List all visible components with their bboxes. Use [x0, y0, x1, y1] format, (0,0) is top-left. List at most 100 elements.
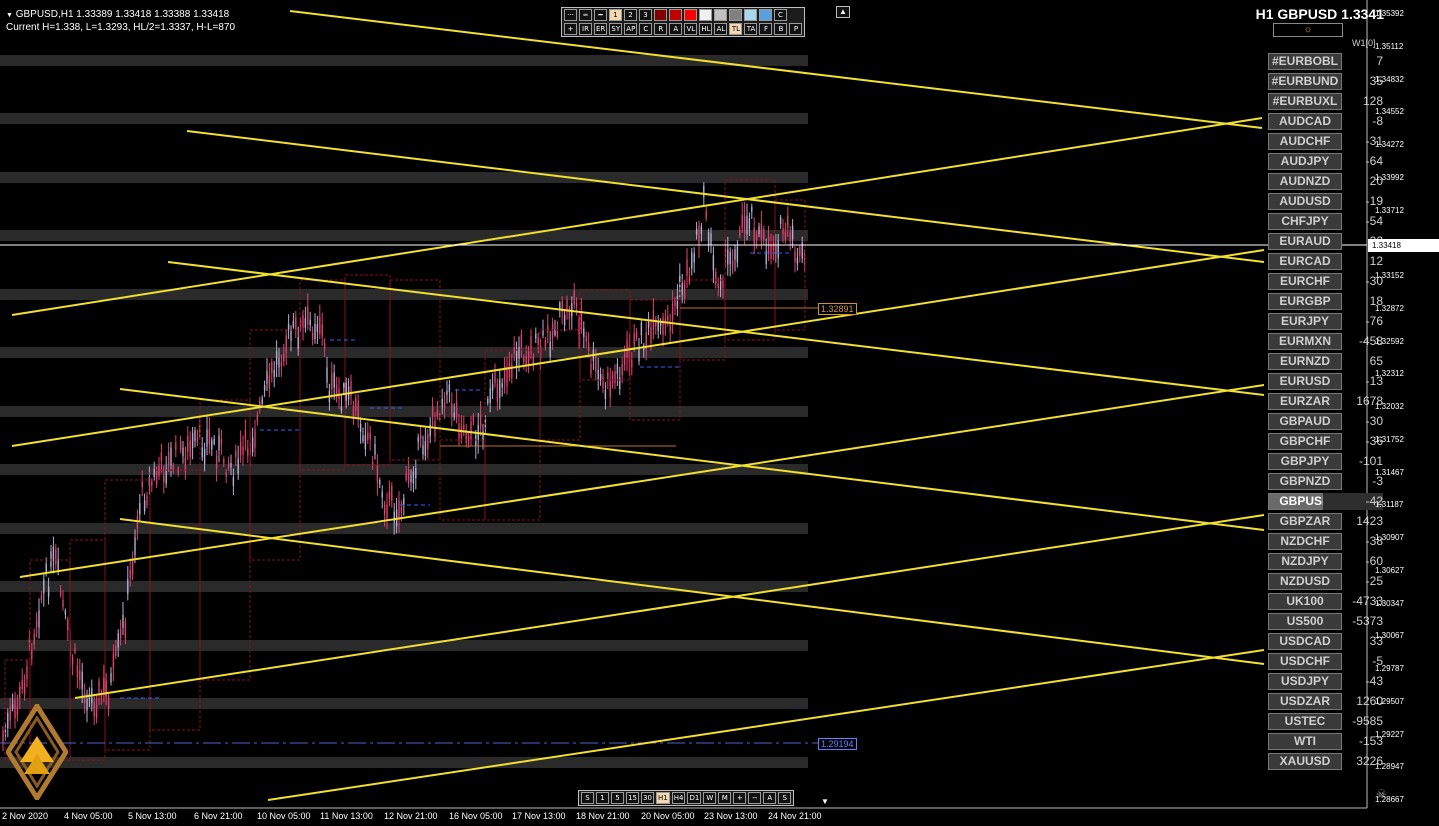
price-chart[interactable] — [0, 0, 1439, 826]
candle-body — [772, 242, 775, 250]
toolbar-button[interactable]: C — [774, 9, 787, 21]
candle-body — [158, 465, 160, 477]
timeframe-button[interactable]: 30 — [641, 792, 654, 804]
price-tick-label: 1.29227 — [1375, 729, 1404, 739]
current-price-label: 1.33418 — [1368, 239, 1439, 252]
candle-body — [273, 370, 275, 377]
candle-body — [107, 696, 110, 709]
color-swatch[interactable] — [714, 9, 727, 21]
candle-body — [223, 459, 225, 464]
toolbar-button[interactable]: 3 — [639, 9, 652, 21]
candle-body — [134, 537, 136, 556]
candle-body — [499, 379, 501, 398]
candle-body — [172, 465, 175, 470]
candle-body — [784, 231, 787, 240]
timeframe-button[interactable]: S — [778, 792, 792, 804]
timeframe-button[interactable]: H4 — [671, 792, 686, 804]
toolbar-button-sy[interactable]: SY — [609, 23, 623, 35]
candle-body — [717, 283, 719, 289]
timeframe-button[interactable]: − — [748, 792, 762, 804]
timeframe-button[interactable]: A — [763, 792, 777, 804]
color-swatch[interactable] — [684, 9, 697, 21]
candle-body — [583, 328, 585, 337]
toolbar-button-b[interactable]: B — [774, 23, 788, 35]
toolbar-button-p[interactable]: P — [789, 23, 803, 35]
candle-body — [38, 610, 40, 628]
toolbar-button[interactable]: ━ — [594, 9, 607, 21]
toolbar-button-c[interactable]: C — [639, 23, 653, 35]
range-box — [389, 279, 441, 461]
toolbar-button-x[interactable]: + — [564, 23, 577, 35]
toolbar-button-tl[interactable]: TL — [729, 23, 743, 35]
toolbar-button-a[interactable]: A — [669, 23, 683, 35]
candle-body — [777, 240, 779, 259]
candle-body — [103, 677, 105, 693]
toolbar-button[interactable]: 2 — [624, 9, 637, 21]
toolbar-collapse-down-icon[interactable]: ▼ — [819, 797, 831, 807]
sun-icon[interactable]: ☼ — [1273, 23, 1343, 37]
toolbar-collapse-up-icon[interactable]: ▲ — [836, 6, 850, 18]
color-swatch[interactable] — [759, 9, 772, 21]
toolbar-button-ta[interactable]: TA — [744, 23, 758, 35]
price-tick-label: 1.31752 — [1375, 434, 1404, 444]
timeframe-button[interactable]: D1 — [687, 792, 702, 804]
toolbar-button-r[interactable]: R — [654, 23, 668, 35]
color-swatch[interactable] — [744, 9, 757, 21]
candle-body — [155, 470, 158, 485]
symbol-value: -3 — [1372, 474, 1383, 488]
timeframe-button[interactable]: + — [733, 792, 747, 804]
symbol-value: -43 — [1365, 674, 1383, 688]
candle-body — [755, 235, 758, 241]
toolbar-button-vl[interactable]: VL — [684, 23, 698, 35]
collapse-arrow-icon[interactable]: ▼ — [6, 12, 13, 19]
price-tick-label: 1.34552 — [1375, 107, 1404, 117]
candle-body — [616, 363, 619, 374]
timeframe-button[interactable]: W — [703, 792, 717, 804]
candle-body — [455, 401, 458, 418]
toolbar-button-ap[interactable]: AP — [624, 23, 638, 35]
toolbar-button[interactable]: ═ — [579, 9, 592, 21]
candle-body — [302, 315, 304, 328]
color-swatch[interactable] — [654, 9, 667, 21]
timeframe-button[interactable]: S — [581, 792, 594, 804]
candle-body — [131, 560, 134, 575]
toolbar-button[interactable]: ··· — [564, 9, 577, 21]
candle-body — [635, 331, 638, 338]
timeframe-button[interactable]: 15 — [626, 792, 639, 804]
color-swatch[interactable] — [729, 9, 742, 21]
price-tick-label: 1.31187 — [1375, 500, 1404, 510]
candle-body — [515, 351, 518, 366]
toolbar-button-er[interactable]: ER — [594, 23, 608, 35]
symbol-value: 3226 — [1356, 754, 1383, 768]
timeframe-button[interactable]: 1 — [596, 792, 609, 804]
symbol-value: -31 — [1365, 134, 1383, 148]
candle-body — [309, 319, 311, 326]
toolbar-button-al[interactable]: AL — [714, 23, 728, 35]
candle-body — [79, 670, 81, 681]
color-swatch[interactable] — [699, 9, 712, 21]
toolbar-button[interactable]: 1 — [609, 9, 622, 21]
grid-band — [0, 523, 808, 534]
candle-body — [609, 381, 611, 397]
candle-body — [93, 702, 95, 717]
candle-body — [179, 441, 182, 451]
toolbar-button-ir[interactable]: IR — [579, 23, 592, 35]
timeframe-button[interactable]: H1 — [656, 792, 670, 804]
candle-body — [21, 679, 23, 690]
color-swatch[interactable] — [669, 9, 682, 21]
timeframe-button[interactable]: 5 — [611, 792, 624, 804]
candle-body — [405, 472, 407, 481]
candle-body — [59, 591, 62, 596]
price-tick-label: 1.30347 — [1375, 598, 1404, 608]
symbol-value: 1423 — [1356, 514, 1383, 528]
timeframe-button[interactable]: M — [718, 792, 732, 804]
toolbar-button-f[interactable]: F — [759, 23, 773, 35]
symbol-value: -60 — [1365, 554, 1383, 568]
time-tick-label: 6 Nov 21:00 — [194, 811, 243, 821]
candle-body — [602, 375, 604, 389]
candle-body — [23, 683, 26, 694]
candle-body — [431, 405, 434, 416]
candle-body — [506, 369, 508, 387]
candle-body — [734, 249, 736, 260]
toolbar-button-hl[interactable]: HL — [699, 23, 713, 35]
